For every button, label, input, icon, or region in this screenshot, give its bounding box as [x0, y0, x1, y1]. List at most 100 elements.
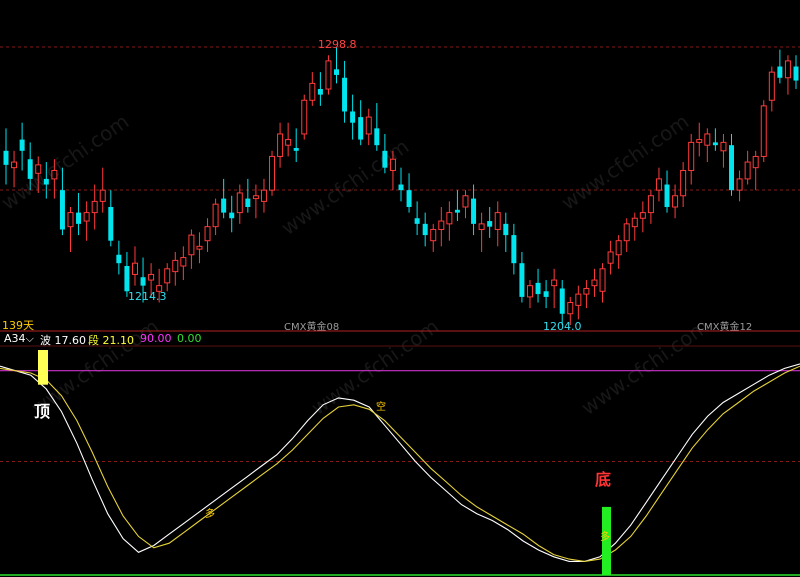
- candle-body-down: [293, 148, 299, 151]
- top-signal-bar: [38, 350, 48, 385]
- low-price-label-1: 1214.3: [128, 290, 167, 303]
- candle-body-up: [583, 287, 590, 295]
- bottom-signal-label: 底: [595, 470, 612, 489]
- candle-body-down: [43, 178, 49, 185]
- candle-body-up: [260, 189, 267, 202]
- candle-body-up: [430, 228, 437, 242]
- candle-body-up: [607, 251, 614, 264]
- candle-body-up: [462, 195, 469, 208]
- candle-body-down: [245, 198, 251, 207]
- param-wave: 波 17.60: [40, 334, 86, 347]
- candle-body-down: [712, 142, 718, 146]
- candle-body-down: [519, 263, 525, 297]
- candle-body-down: [350, 111, 356, 123]
- candle-body-down: [229, 212, 235, 219]
- candle-body-down: [342, 77, 348, 112]
- cross-label-3: 多: [600, 532, 610, 543]
- candle-body-down: [59, 190, 65, 230]
- candle-body-down: [27, 159, 33, 179]
- candle-body-up: [83, 212, 90, 222]
- candle-body-up: [180, 257, 187, 267]
- candle-body-up: [672, 195, 679, 208]
- candle-body-up: [655, 178, 662, 191]
- candle-body-up: [99, 189, 106, 202]
- candle-body-down: [221, 198, 227, 213]
- candle-body-down: [124, 266, 130, 292]
- candle-body-up: [446, 212, 453, 225]
- candle-body-up: [752, 155, 759, 169]
- candle-body-up: [196, 245, 203, 250]
- candle-body-up: [365, 116, 372, 135]
- instrument-label-12: CMX黄金12: [697, 322, 753, 333]
- indicator-line-yellow: [0, 365, 800, 562]
- candle-body-up: [688, 141, 695, 171]
- candle-body-up: [704, 133, 711, 146]
- instrument-label-08: CMX黄金08: [284, 322, 340, 333]
- indicator-name[interactable]: A34⌵: [4, 332, 34, 346]
- candle-body-down: [406, 190, 412, 207]
- candle-body-down: [454, 209, 460, 213]
- candle-body-up: [639, 212, 646, 219]
- candle-body-up: [91, 200, 98, 214]
- candle-body-up: [494, 212, 501, 230]
- candle-body-up: [236, 192, 243, 214]
- candle-body-up: [67, 212, 74, 228]
- candle-body-up: [188, 234, 195, 256]
- candle-body-up: [631, 217, 638, 228]
- candle-body-up: [438, 220, 445, 230]
- candle-body-down: [422, 223, 428, 236]
- candle-body-up: [760, 105, 767, 157]
- low-price-label-2: 1204.0: [543, 320, 582, 333]
- candle-body-down: [19, 139, 25, 151]
- candle-body-down: [116, 254, 122, 264]
- candle-body-down: [543, 291, 549, 297]
- candle-body-down: [503, 223, 509, 236]
- chevron-down-icon[interactable]: ⌵: [26, 332, 34, 345]
- candle-body-up: [35, 164, 42, 174]
- candle-body-up: [51, 169, 58, 180]
- candle-body-down: [334, 69, 340, 75]
- indicator-line-white: [0, 363, 800, 562]
- param-segment: 段 21.10: [88, 334, 134, 347]
- candle-body-up: [309, 82, 316, 101]
- candle-body-down: [793, 66, 799, 81]
- candle-body-up: [567, 302, 574, 315]
- candle-body-up: [389, 158, 396, 171]
- candle-body-up: [744, 161, 751, 180]
- candle-body-down: [559, 288, 565, 314]
- candle-body-up: [736, 178, 743, 191]
- candle-body-up: [212, 203, 219, 228]
- candle-body-up: [768, 71, 775, 101]
- candle-body-up: [131, 262, 138, 275]
- candle-body-up: [591, 279, 598, 287]
- candle-body-up: [575, 293, 582, 306]
- candle-body-up: [301, 99, 308, 135]
- candle-body-down: [140, 277, 146, 286]
- candle-body-down: [414, 218, 420, 224]
- candle-body-down: [535, 282, 541, 295]
- candle-body-up: [784, 60, 791, 79]
- param-lower-level: 0.00: [177, 332, 202, 345]
- candle-body-up: [623, 223, 630, 242]
- candle-body-up: [680, 169, 687, 197]
- candle-body-up: [551, 279, 558, 287]
- candle-body-down: [398, 184, 404, 191]
- candle-body-down: [76, 212, 82, 224]
- candle-body-up: [204, 226, 211, 242]
- cross-label-1: 多: [205, 509, 215, 520]
- candle-body-up: [269, 155, 276, 191]
- candle-body-down: [382, 150, 388, 168]
- candle-body-up: [526, 285, 533, 298]
- candle-body-down: [108, 207, 114, 241]
- candle-body-up: [478, 223, 485, 230]
- candle-body-down: [3, 150, 9, 165]
- candle-body-down: [374, 128, 380, 146]
- candle-body-down: [358, 117, 364, 140]
- candle-body-down: [487, 221, 493, 227]
- candle-body-up: [252, 195, 259, 200]
- candle-body-up: [720, 141, 727, 152]
- param-upper-level: 90.00: [140, 332, 172, 345]
- indicator-name-text: A34: [4, 332, 26, 345]
- candle-body-up: [615, 240, 622, 256]
- candle-body-up: [325, 60, 332, 90]
